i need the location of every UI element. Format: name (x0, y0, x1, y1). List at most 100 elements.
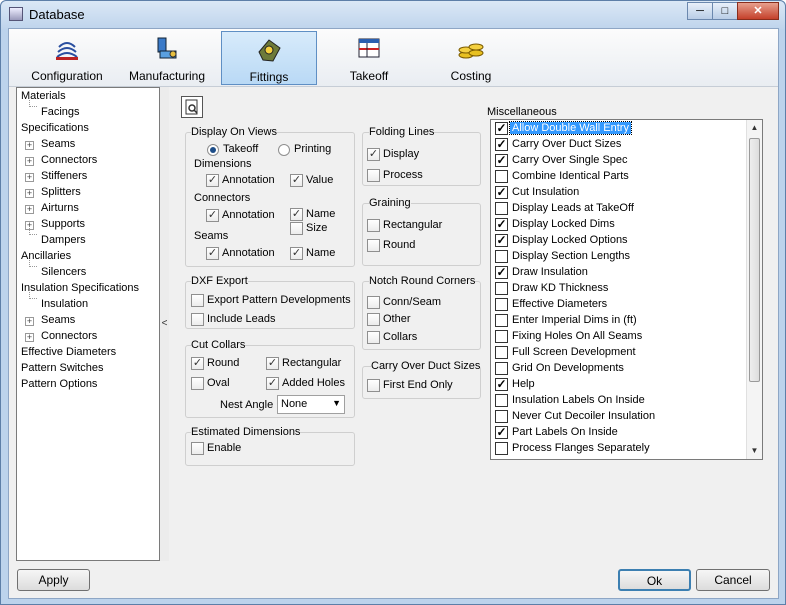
estimate-enable-checkbox[interactable] (191, 442, 204, 455)
misc-item[interactable]: ✓ Allow Double Wall Entry (494, 121, 746, 137)
graining-rectangular-checkbox[interactable] (367, 219, 380, 232)
notch-other-checkbox[interactable] (367, 313, 380, 326)
minimize-button[interactable]: ─ (687, 2, 713, 20)
misc-item[interactable]: Effective Diameters (494, 297, 746, 313)
title-bar[interactable]: Database ─ □ ✕ (1, 1, 785, 29)
misc-item[interactable]: Draw KD Thickness (494, 281, 746, 297)
tree-item-dampers[interactable]: Dampers (41, 234, 86, 246)
tree-item-insulation[interactable]: Insulation (41, 298, 88, 310)
tree-item-pattern-switches[interactable]: Pattern Switches (21, 362, 104, 374)
misc-item-checkbox[interactable] (495, 330, 508, 343)
printing-radio[interactable] (278, 144, 290, 156)
first-end-only-checkbox[interactable] (367, 379, 380, 392)
conn-size-checkbox[interactable] (290, 222, 303, 235)
collar-added-holes-checkbox[interactable]: ✓ (266, 377, 279, 390)
collar-oval-checkbox[interactable] (191, 377, 204, 390)
misc-item-checkbox[interactable]: ✓ (495, 234, 508, 247)
misc-item[interactable]: ✓ Display Locked Dims (494, 217, 746, 233)
tab-costing[interactable]: Costing (425, 31, 517, 85)
scroll-up-icon[interactable]: ▲ (747, 120, 762, 136)
maximize-button[interactable]: □ (712, 2, 738, 20)
misc-item[interactable]: Grid On Developments (494, 361, 746, 377)
tree-item-connectors[interactable]: Connectors (41, 154, 97, 166)
misc-item-checkbox[interactable] (495, 170, 508, 183)
expand-icon[interactable]: + (25, 189, 34, 198)
misc-item[interactable]: ✓ Draw Insulation (494, 265, 746, 281)
misc-item-checkbox[interactable] (495, 362, 508, 375)
misc-item[interactable]: Enter Imperial Dims in (ft) (494, 313, 746, 329)
tree-item-insulation-specifications[interactable]: Insulation Specifications (21, 282, 139, 294)
scroll-down-icon[interactable]: ▼ (747, 443, 762, 459)
nest-angle-select[interactable]: None ▼ (277, 395, 345, 414)
seam-annotation-checkbox[interactable]: ✓ (206, 247, 219, 260)
folding-process-checkbox[interactable] (367, 169, 380, 182)
tree-item-pattern-options[interactable]: Pattern Options (21, 378, 97, 390)
tree-item-stiffeners[interactable]: Stiffeners (41, 170, 87, 182)
apply-button[interactable]: Apply (17, 569, 90, 591)
misc-item-checkbox[interactable] (495, 410, 508, 423)
misc-item-checkbox[interactable] (495, 202, 508, 215)
tree-item-supports[interactable]: Supports (41, 218, 85, 230)
tree-item-insulation-connectors[interactable]: Connectors (41, 330, 97, 342)
misc-item-checkbox[interactable]: ✓ (495, 186, 508, 199)
misc-item[interactable]: Process Flanges Separately (494, 441, 746, 457)
conn-name-checkbox[interactable]: ✓ (290, 208, 303, 221)
misc-item-checkbox[interactable]: ✓ (495, 218, 508, 231)
miscellaneous-list[interactable]: ✓ Allow Double Wall Entry ✓ Carry Over Duct… (490, 119, 763, 460)
scroll-thumb[interactable] (749, 138, 760, 382)
misc-item[interactable]: ✓ Carry Over Single Spec (494, 153, 746, 169)
misc-item-checkbox[interactable] (495, 442, 508, 455)
misc-item[interactable]: Display Section Lengths (494, 249, 746, 265)
tree-item-effective-diameters[interactable]: Effective Diameters (21, 346, 116, 358)
close-button[interactable]: ✕ (737, 2, 779, 20)
tree-item-silencers[interactable]: Silencers (41, 266, 86, 278)
misc-item-checkbox[interactable] (495, 298, 508, 311)
misc-item-checkbox[interactable] (495, 250, 508, 263)
dim-annotation-checkbox[interactable]: ✓ (206, 174, 219, 187)
misc-item-checkbox[interactable]: ✓ (495, 154, 508, 167)
preview-button[interactable] (181, 96, 203, 118)
misc-item[interactable]: Never Cut Decoiler Insulation (494, 409, 746, 425)
include-leads-checkbox[interactable] (191, 313, 204, 326)
misc-item[interactable]: ✓ Cut Insulation (494, 185, 746, 201)
seam-name-checkbox[interactable]: ✓ (290, 247, 303, 260)
misc-item-checkbox[interactable]: ✓ (495, 378, 508, 391)
tree-item-specifications[interactable]: Specifications (21, 122, 89, 134)
tree-item-splitters[interactable]: Splitters (41, 186, 81, 198)
misc-item[interactable]: Full Screen Development (494, 345, 746, 361)
tree-item-seams[interactable]: Seams (41, 138, 75, 150)
expand-icon[interactable]: + (25, 317, 34, 326)
misc-item-checkbox[interactable]: ✓ (495, 138, 508, 151)
misc-item-checkbox[interactable]: ✓ (495, 266, 508, 279)
misc-item-checkbox[interactable]: ✓ (495, 122, 508, 135)
expand-icon[interactable]: + (25, 141, 34, 150)
tab-takeoff[interactable]: Takeoff (323, 31, 415, 85)
tab-manufacturing[interactable]: Manufacturing (121, 31, 213, 85)
folding-display-checkbox[interactable]: ✓ (367, 148, 380, 161)
misc-item[interactable]: ✓ Carry Over Duct Sizes (494, 137, 746, 153)
misc-item[interactable]: Display Leads at TakeOff (494, 201, 746, 217)
misc-item[interactable]: ✓ Part Labels On Inside (494, 425, 746, 441)
tab-fittings[interactable]: Fittings (221, 31, 317, 85)
misc-item-checkbox[interactable] (495, 394, 508, 407)
takeoff-radio[interactable] (207, 144, 219, 156)
misc-item-checkbox[interactable] (495, 346, 508, 359)
expand-icon[interactable]: + (25, 205, 34, 214)
dim-value-checkbox[interactable]: ✓ (290, 174, 303, 187)
expand-icon[interactable]: + (25, 333, 34, 342)
tree-item-materials[interactable]: Materials (21, 90, 66, 102)
collar-rectangular-checkbox[interactable]: ✓ (266, 357, 279, 370)
tree-item-airturns[interactable]: Airturns (41, 202, 79, 214)
misc-item-checkbox[interactable] (495, 282, 508, 295)
misc-item[interactable]: Combine Identical Parts (494, 169, 746, 185)
misc-item[interactable]: Fixing Holes On All Seams (494, 329, 746, 345)
tree-item-facings[interactable]: Facings (41, 106, 80, 118)
expand-icon[interactable]: + (25, 157, 34, 166)
splitter-collapse[interactable]: < (160, 87, 169, 561)
misc-item[interactable]: ✓ Help (494, 377, 746, 393)
cancel-button[interactable]: Cancel (696, 569, 770, 591)
graining-round-checkbox[interactable] (367, 239, 380, 252)
misc-item-checkbox[interactable] (495, 314, 508, 327)
tab-configuration[interactable]: Configuration (21, 31, 113, 85)
misc-scrollbar[interactable]: ▲ ▼ (746, 120, 762, 459)
